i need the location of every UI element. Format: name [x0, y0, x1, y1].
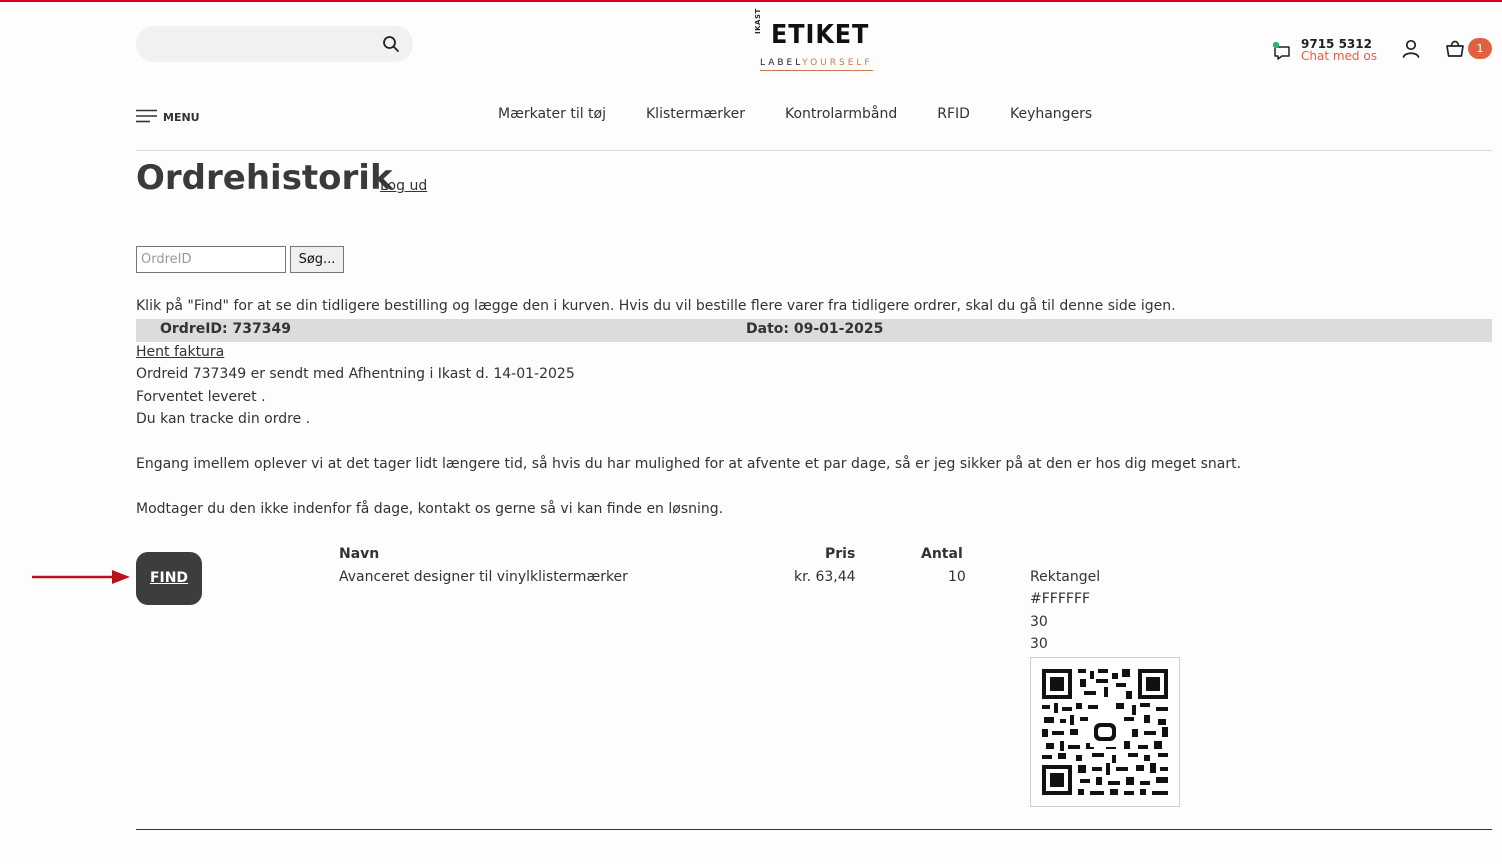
menu-label: MENU [163, 111, 200, 124]
logo-wordmark: ETIKET [771, 20, 870, 50]
logo-tagline: LABELYOURSELF [760, 58, 873, 71]
item-height: 30 [1030, 636, 1048, 652]
cart-count-badge: 1 [1468, 38, 1492, 59]
column-header-name: Navn [339, 546, 380, 562]
search-icon[interactable] [382, 35, 400, 53]
page-title: Ordrehistorik [136, 158, 393, 198]
site-search[interactable] [136, 26, 413, 62]
nav-item-klistermaerker[interactable]: Klistermærker [646, 106, 745, 122]
intro-text: Klik på "Find" for at se din tidligere b… [136, 298, 1176, 314]
order-header-bar: OrdreID: 737349 Dato: 09-01-2025 [136, 319, 1492, 342]
main-navigation: Mærkater til tøj Klistermærker Kontrolar… [498, 106, 1132, 122]
order-id-input[interactable] [136, 246, 286, 273]
item-name: Avanceret designer til vinylklistermærke… [339, 569, 628, 585]
item-shape: Rektangel [1030, 569, 1101, 585]
order-id-label: OrdreID: 737349 [160, 321, 291, 337]
logo-small-text: IKAST [754, 8, 762, 34]
item-quantity: 10 [948, 569, 966, 585]
site-logo[interactable]: IKAST ETIKET LABELYOURSELF [754, 8, 873, 76]
expected-delivery-text: Forventet leveret . [136, 389, 266, 405]
order-date-label: Dato: 09-01-2025 [746, 321, 884, 337]
chat-link[interactable]: Chat med os [1301, 49, 1377, 63]
nav-item-maerkater-til-toej[interactable]: Mærkater til tøj [498, 106, 606, 122]
tracking-text: Du kan tracke din ordre . [136, 411, 311, 427]
item-price: kr. 63,44 [794, 569, 856, 585]
contact-notice-text: Modtager du den ikke indenfor få dage, k… [136, 501, 724, 517]
logout-link[interactable]: Log ud [380, 178, 427, 194]
item-color: #FFFFFF [1030, 591, 1091, 607]
nav-item-kontrolarmbaand[interactable]: Kontrolarmbånd [785, 106, 897, 122]
menu-button[interactable]: MENU [136, 108, 200, 124]
contact-chat[interactable]: 9715 5312 Chat med os [1272, 37, 1392, 65]
item-design-preview [1030, 657, 1180, 807]
shopping-basket-icon[interactable] [1444, 38, 1466, 60]
hamburger-menu-icon [136, 109, 157, 123]
search-input[interactable] [136, 26, 398, 62]
qr-code-image [1042, 669, 1168, 795]
order-search-button[interactable]: Søg... [290, 246, 344, 273]
column-header-quantity: Antal [921, 546, 963, 562]
top-accent-line [0, 0, 1502, 2]
column-header-price: Pris [825, 546, 856, 562]
arrow-right-icon [32, 570, 130, 584]
delay-notice-text: Engang imellem oplever vi at det tager l… [136, 456, 1242, 472]
item-width: 30 [1030, 614, 1048, 630]
download-invoice-link[interactable]: Hent faktura [136, 344, 224, 360]
user-account-icon[interactable] [1400, 38, 1422, 60]
chat-icon [1272, 41, 1290, 60]
nav-divider [136, 150, 1492, 151]
find-order-button[interactable]: FIND [136, 552, 202, 605]
order-bottom-divider [136, 829, 1492, 830]
nav-item-rfid[interactable]: RFID [937, 106, 970, 122]
shipping-status-text: Ordreid 737349 er sendt med Afhentning i… [136, 366, 575, 382]
nav-item-keyhangers[interactable]: Keyhangers [1010, 106, 1092, 122]
